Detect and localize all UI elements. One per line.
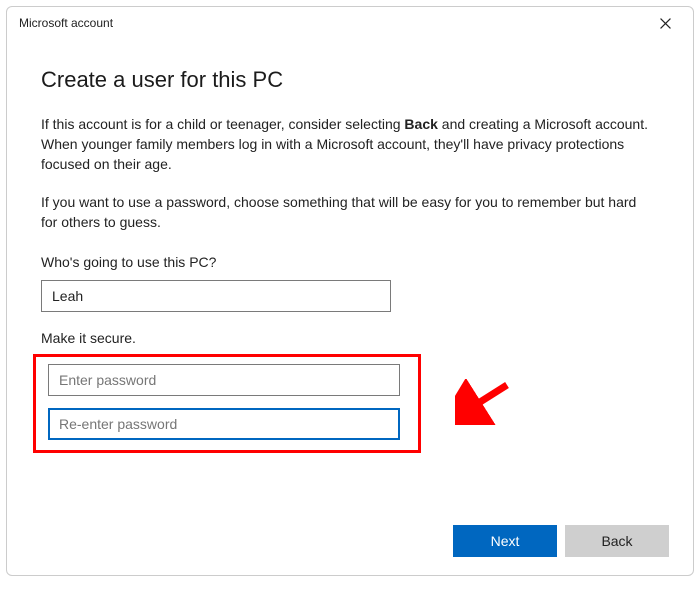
page-heading: Create a user for this PC — [41, 67, 659, 93]
content-area: Create a user for this PC If this accoun… — [7, 39, 693, 575]
username-input[interactable] — [41, 280, 391, 312]
close-icon — [660, 18, 671, 29]
intro-paragraph-1: If this account is for a child or teenag… — [41, 115, 651, 175]
intro-paragraph-1-bold: Back — [404, 116, 437, 132]
titlebar: Microsoft account — [7, 7, 693, 39]
intro-paragraph-2: If you want to use a password, choose so… — [41, 193, 651, 233]
username-label: Who's going to use this PC? — [41, 254, 659, 270]
window-title: Microsoft account — [19, 16, 113, 30]
footer-buttons: Next Back — [453, 525, 669, 557]
password-group-highlight — [33, 354, 421, 453]
secure-label: Make it secure. — [41, 330, 659, 346]
password-input[interactable] — [48, 364, 400, 396]
close-button[interactable] — [647, 9, 683, 37]
confirm-password-input[interactable] — [48, 408, 400, 440]
next-button[interactable]: Next — [453, 525, 557, 557]
intro-paragraph-1-pre: If this account is for a child or teenag… — [41, 116, 404, 132]
dialog-window: Microsoft account Create a user for this… — [6, 6, 694, 576]
back-button[interactable]: Back — [565, 525, 669, 557]
